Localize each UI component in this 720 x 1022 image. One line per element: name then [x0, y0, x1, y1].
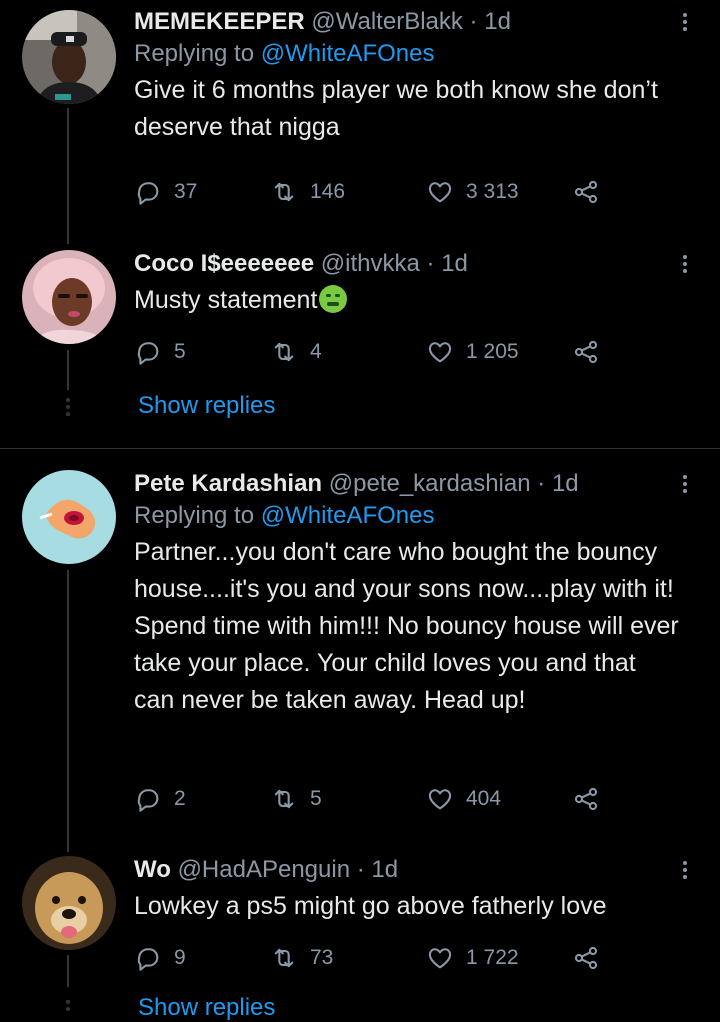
- retweet-icon: [274, 342, 294, 362]
- like-button[interactable]: 1 722: [426, 944, 519, 972]
- tweet-text: Lowkey a ps5 might go above fatherly lov…: [134, 892, 607, 920]
- more-options-icon[interactable]: [680, 10, 690, 34]
- share-icon: [574, 787, 598, 811]
- retweet-button[interactable]: 4: [270, 338, 322, 366]
- show-replies-link[interactable]: Show replies: [138, 994, 275, 1022]
- like-button[interactable]: 3 313: [426, 178, 519, 206]
- heart-icon: [428, 182, 452, 203]
- reply-icon: [137, 789, 159, 812]
- like-count: 3 313: [466, 180, 519, 203]
- reply-button[interactable]: 37: [134, 178, 197, 206]
- timestamp[interactable]: 1d: [484, 8, 511, 35]
- reply-count: 5: [174, 340, 186, 363]
- share-button[interactable]: [572, 338, 600, 366]
- timestamp[interactable]: 1d: [371, 856, 398, 883]
- mention-link[interactable]: @WhiteAFOnes: [261, 40, 435, 67]
- reply-count: 2: [174, 787, 186, 810]
- tweet-text: Musty statement: [134, 282, 680, 319]
- separator: ·: [469, 8, 478, 35]
- retweet-icon: [274, 182, 294, 202]
- timestamp[interactable]: 1d: [441, 250, 468, 277]
- display-name[interactable]: MEMEKEEPER: [134, 8, 305, 35]
- reply-icon: [137, 948, 159, 971]
- like-button[interactable]: 404: [426, 785, 501, 813]
- retweet-count: 146: [310, 180, 346, 203]
- like-count: 404: [466, 787, 502, 810]
- action-bar: 9 73 1 722: [134, 944, 614, 974]
- tweet[interactable]: MEMEKEEPER @WalterBlakk · 1d Replying to…: [0, 0, 720, 240]
- tweet-text: Give it 6 months player we both know she…: [134, 76, 658, 141]
- share-button[interactable]: [572, 785, 600, 813]
- retweet-icon: [274, 948, 294, 968]
- share-icon: [574, 340, 598, 364]
- share-icon: [574, 946, 598, 970]
- nauseated-face-icon: [319, 285, 348, 313]
- retweet-button[interactable]: 73: [270, 944, 333, 972]
- tweet[interactable]: Pete Kardashian @pete_kardashian · 1d Re…: [0, 460, 720, 840]
- share-icon: [574, 180, 598, 204]
- retweet-button[interactable]: 5: [270, 785, 322, 813]
- share-button[interactable]: [572, 178, 600, 206]
- avatar[interactable]: [22, 10, 116, 104]
- retweet-count: 73: [310, 946, 334, 969]
- tweet-header: MEMEKEEPER @WalterBlakk · 1d: [134, 6, 680, 38]
- display-name[interactable]: Wo: [134, 856, 171, 883]
- show-replies-link[interactable]: Show replies: [138, 392, 275, 420]
- like-count: 1 205: [466, 340, 519, 363]
- heart-icon: [428, 789, 452, 810]
- tweet[interactable]: Wo @HadAPenguin · 1d Lowkey a ps5 might …: [0, 846, 720, 1009]
- tweet[interactable]: Coco I$eeeeeee @ithvkka · 1d Musty state…: [0, 240, 720, 430]
- retweet-count: 5: [310, 787, 322, 810]
- mention-link[interactable]: @WhiteAFOnes: [261, 502, 435, 529]
- action-bar: 2 5 404: [134, 785, 614, 815]
- display-name[interactable]: Pete Kardashian: [134, 470, 322, 497]
- reply-icon: [137, 182, 159, 205]
- tweet-header: Coco I$eeeeeee @ithvkka · 1d: [134, 248, 680, 280]
- reply-button[interactable]: 2: [134, 785, 186, 813]
- heart-icon: [428, 948, 452, 969]
- reply-count: 37: [174, 180, 198, 203]
- share-button[interactable]: [572, 944, 600, 972]
- avatar[interactable]: [22, 856, 116, 950]
- heart-icon: [428, 342, 452, 363]
- reply-button[interactable]: 5: [134, 338, 186, 366]
- user-handle[interactable]: @HadAPenguin: [178, 856, 350, 883]
- action-bar: 37 146 3 313: [134, 178, 614, 208]
- replying-to-label: Replying to: [134, 40, 255, 67]
- reply-icon: [137, 342, 159, 365]
- tweet-header: Wo @HadAPenguin · 1d: [134, 854, 680, 886]
- timestamp[interactable]: 1d: [552, 470, 579, 497]
- user-handle[interactable]: @WalterBlakk: [311, 8, 463, 35]
- more-options-icon[interactable]: [680, 858, 690, 882]
- replying-to-label: Replying to: [134, 502, 255, 529]
- avatar[interactable]: [22, 470, 116, 564]
- retweet-button[interactable]: 146: [270, 178, 345, 206]
- action-bar: 5 4 1 205: [134, 338, 614, 368]
- replying-to: Replying to @WhiteAFOnes: [134, 38, 680, 70]
- tweet-text-body: Musty statement: [134, 286, 318, 314]
- reply-count: 9: [174, 946, 186, 969]
- more-options-icon[interactable]: [680, 252, 690, 276]
- user-handle[interactable]: @pete_kardashian: [329, 470, 531, 497]
- retweet-icon: [274, 789, 294, 809]
- display-name[interactable]: Coco I$eeeeeee: [134, 250, 314, 277]
- like-button[interactable]: 1 205: [426, 338, 519, 366]
- separator: ·: [426, 250, 435, 277]
- separator: ·: [537, 470, 546, 497]
- retweet-count: 4: [310, 340, 322, 363]
- avatar[interactable]: [22, 250, 116, 344]
- user-handle[interactable]: @ithvkka: [321, 250, 420, 277]
- divider: [0, 448, 720, 449]
- like-count: 1 722: [466, 946, 519, 969]
- replying-to: Replying to @WhiteAFOnes: [134, 500, 680, 532]
- separator: ·: [356, 856, 365, 883]
- tweet-text: Partner...you don't care who bought the …: [134, 538, 679, 714]
- more-options-icon[interactable]: [680, 472, 690, 496]
- reply-button[interactable]: 9: [134, 944, 186, 972]
- tweet-header: Pete Kardashian @pete_kardashian · 1d: [134, 468, 680, 500]
